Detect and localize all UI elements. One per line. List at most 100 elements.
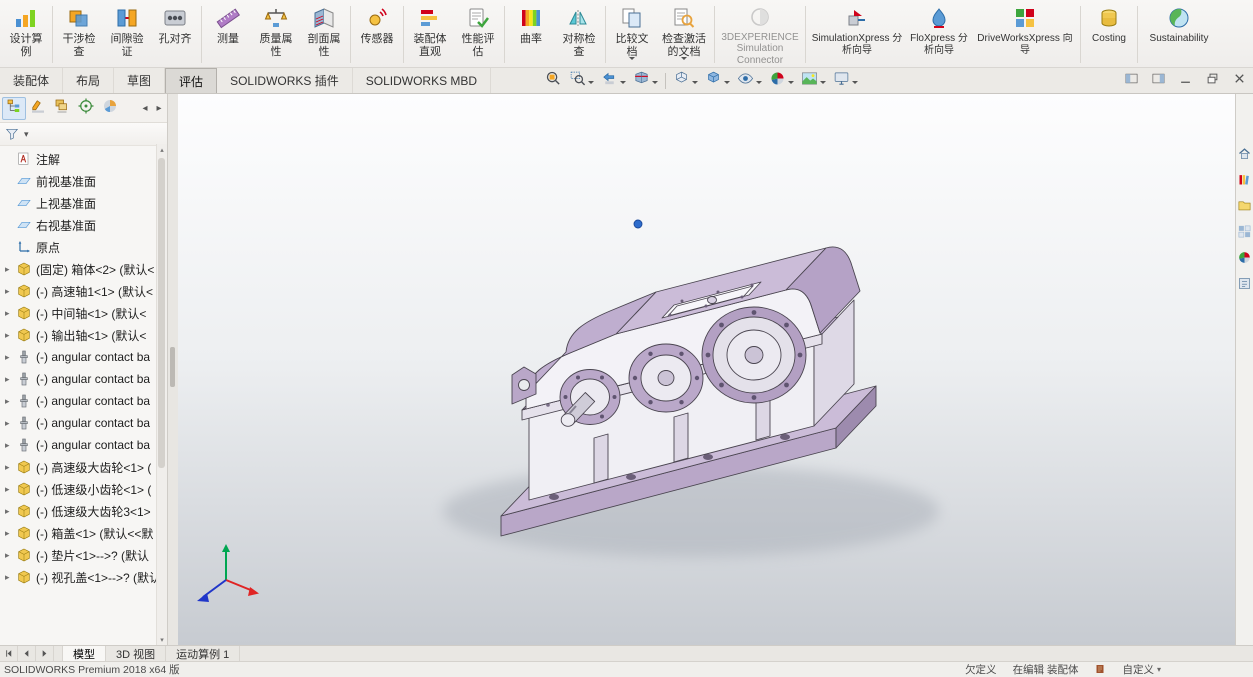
expand-arrow-icon[interactable]: ▸ <box>5 352 16 363</box>
expand-arrow-icon[interactable]: ▸ <box>5 396 16 407</box>
headsup-view-orientation-button[interactable] <box>670 70 701 92</box>
file-explorer-button[interactable] <box>1237 198 1252 213</box>
tree-item[interactable]: 注解 <box>0 148 157 170</box>
collapse-pane-button[interactable] <box>1120 71 1142 91</box>
expand-arrow-icon[interactable]: ▸ <box>5 418 16 429</box>
tree-item[interactable]: ▸ (-) angular contact ba <box>0 412 157 434</box>
expand-arrow-icon[interactable]: ▸ <box>5 308 16 319</box>
headsup-hide-show-button[interactable] <box>734 70 765 92</box>
ribbon-button-mass-properties[interactable]: 质量属性 <box>252 2 300 64</box>
appearances-button[interactable] <box>1237 250 1252 265</box>
expand-arrow-icon[interactable]: ▸ <box>5 330 16 341</box>
tree-item[interactable]: ▸ (-) 高速级大齿轮<1> ( <box>0 456 157 478</box>
tree-item[interactable]: ▸ (-) angular contact ba <box>0 346 157 368</box>
tree-item[interactable]: ▸ (-) 视孔盖<1>-->? (默认 <box>0 566 157 588</box>
tree-item[interactable]: ▸ (-) 中间轴<1> (默认< <box>0 302 157 324</box>
tree-item[interactable]: ▸ (-) 高速轴1<1> (默认< <box>0 280 157 302</box>
splitter-grip[interactable] <box>170 347 175 388</box>
ribbon-button-floxpress[interactable]: FloXpress 分析向导 <box>906 2 972 64</box>
minimize-button[interactable] <box>1174 71 1196 91</box>
expand-arrow-icon[interactable]: ▸ <box>5 462 16 473</box>
tree-item[interactable]: ▸ (-) angular contact ba <box>0 368 157 390</box>
tree-item[interactable]: ▸ (-) angular contact ba <box>0 434 157 456</box>
view-palette-button[interactable] <box>1237 224 1252 239</box>
nav-first-icon[interactable] <box>0 646 18 661</box>
nav-prev-icon[interactable] <box>18 646 36 661</box>
expand-arrow-icon[interactable]: ▸ <box>5 506 16 517</box>
ribbon-button-symmetry-check[interactable]: 对称检查 <box>555 2 603 64</box>
ribbon-button-measure[interactable]: 测量 <box>204 2 252 64</box>
scroll-down-icon[interactable]: ▾ <box>157 634 167 645</box>
chevron-left-icon[interactable]: ◂ <box>139 98 151 118</box>
expand-arrow-icon[interactable]: ▸ <box>5 572 16 583</box>
feature-tree-filter-row[interactable]: ▾ <box>0 123 167 146</box>
ribbon-button-interference-check[interactable]: 干涉检查 <box>55 2 103 64</box>
tree-item[interactable]: ▸ (-) angular contact ba <box>0 390 157 412</box>
origin-indicator[interactable] <box>633 219 643 229</box>
graphics-area[interactable] <box>178 94 1235 645</box>
headsup-previous-view-button[interactable] <box>598 70 629 92</box>
tree-item[interactable]: 原点 <box>0 236 157 258</box>
bottom-tab-1[interactable]: 模型 <box>63 646 106 661</box>
ribbon-button-hole-alignment[interactable]: 孔对齐 <box>151 2 199 64</box>
expand-pane-button[interactable] <box>1147 71 1169 91</box>
ribbon-button-simulationxpress[interactable]: SimulationXpress 分析向导 <box>808 2 906 64</box>
close-button[interactable] <box>1228 71 1250 91</box>
bottom-tab-2[interactable]: 3D 视图 <box>106 646 167 661</box>
headsup-zoom-fit-button[interactable] <box>542 70 565 92</box>
ribbon-button-driveworksxpress[interactable]: DriveWorksXpress 向导 <box>972 2 1078 64</box>
expand-arrow-icon[interactable]: ▸ <box>5 286 16 297</box>
filter-icon[interactable] <box>4 126 22 142</box>
expand-arrow-icon[interactable]: ▸ <box>5 374 16 385</box>
bearing-boss-large[interactable] <box>701 306 807 404</box>
restore-button[interactable] <box>1201 71 1223 91</box>
headsup-section-view-button[interactable] <box>630 70 661 92</box>
ribbon-button-compare-documents[interactable]: 比较文档 <box>608 2 656 64</box>
propertymanager-tab[interactable] <box>26 97 50 120</box>
headsup-edit-appearance-button[interactable] <box>766 70 797 92</box>
bottom-tab-3[interactable]: 运动算例 1 <box>166 646 241 661</box>
headsup-zoom-area-button[interactable] <box>566 70 597 92</box>
tree-item[interactable]: 前视基准面 <box>0 170 157 192</box>
bearing-boss-medium[interactable] <box>628 343 704 413</box>
tree-item[interactable]: ▸ (固定) 箱体<2> (默认< <box>0 258 157 280</box>
configurationmanager-tab[interactable] <box>50 97 74 120</box>
tree-item[interactable]: ▸ (-) 输出轴<1> (默认< <box>0 324 157 346</box>
ribbon-button-costing[interactable]: Costing <box>1083 2 1135 64</box>
displaymanager-tab[interactable] <box>98 97 122 120</box>
ribbon-button-sustainability[interactable]: Sustainability <box>1140 2 1218 64</box>
nav-next-icon[interactable] <box>36 646 54 661</box>
tree-item[interactable]: ▸ (-) 低速级大齿轮3<1> <box>0 500 157 522</box>
expand-arrow-icon[interactable]: ▸ <box>5 484 16 495</box>
headsup-apply-scene-button[interactable] <box>798 70 829 92</box>
command-tab-2[interactable]: 布局 <box>63 68 115 93</box>
ribbon-button-design-study[interactable]: 设计算例 <box>2 2 50 64</box>
ribbon-button-performance-evaluation[interactable]: 性能评估 <box>454 2 502 64</box>
tree-item[interactable]: 上视基准面 <box>0 192 157 214</box>
chevron-right-icon[interactable]: ▸ <box>153 98 165 118</box>
expand-arrow-icon[interactable]: ▸ <box>5 550 16 561</box>
status-customize[interactable]: 自定义 ▾ <box>1122 662 1161 677</box>
home-button[interactable] <box>1237 146 1252 161</box>
headsup-view-settings-button[interactable] <box>830 70 861 92</box>
custom-properties-button[interactable] <box>1237 276 1252 291</box>
command-tab-1[interactable]: 装配体 <box>0 68 64 93</box>
tree-item[interactable]: ▸ (-) 箱盖<1> (默认<<默 <box>0 522 157 544</box>
expand-arrow-icon[interactable]: ▸ <box>5 264 16 275</box>
ribbon-button-clearance-verification[interactable]: 间隙验证 <box>103 2 151 64</box>
featuremanager-tab[interactable] <box>2 96 26 120</box>
tab-bar-grip[interactable] <box>54 646 63 661</box>
expand-arrow-icon[interactable]: ▸ <box>5 440 16 451</box>
dimxpertmanager-tab[interactable] <box>74 97 98 120</box>
tree-item[interactable]: ▸ (-) 垫片<1>-->? (默认 <box>0 544 157 566</box>
ribbon-button-assembly-visualization[interactable]: 装配体直观 <box>406 2 454 64</box>
command-tab-6[interactable]: SOLIDWORKS MBD <box>353 68 492 93</box>
ribbon-button-sensor[interactable]: 传感器 <box>353 2 401 64</box>
design-library-button[interactable] <box>1237 172 1252 187</box>
feature-tree-scrollbar[interactable]: ▴ ▾ <box>156 144 167 645</box>
tree-item[interactable]: ▸ (-) 低速级小齿轮<1> ( <box>0 478 157 500</box>
headsup-display-style-button[interactable] <box>702 70 733 92</box>
expand-arrow-icon[interactable]: ▸ <box>5 528 16 539</box>
filter-caret-icon[interactable]: ▾ <box>24 129 29 140</box>
ribbon-button-check-active-document[interactable]: 检查激活的文档 <box>656 2 712 64</box>
